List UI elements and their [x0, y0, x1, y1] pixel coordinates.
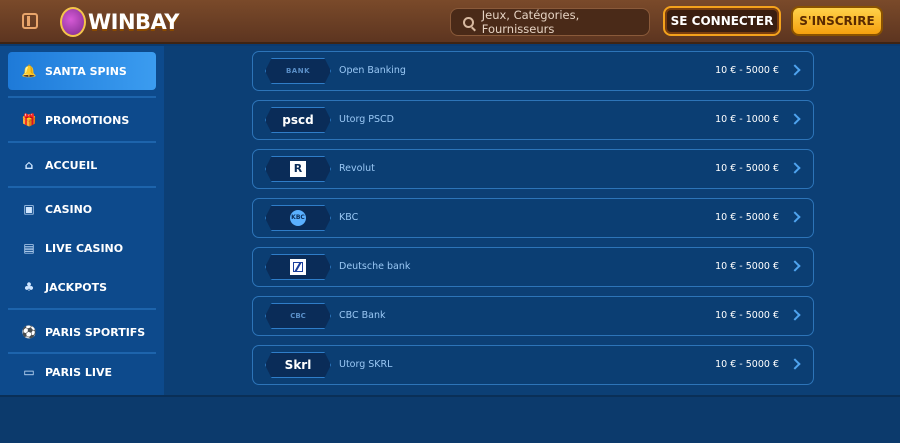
logo-text: WINBAY: [88, 10, 180, 34]
login-button[interactable]: SE CONNECTER: [663, 6, 781, 36]
page-footer-band: [0, 395, 900, 443]
pscd-logo-icon: pscd: [265, 107, 331, 133]
sidebar-item-promotions[interactable]: 🎁 PROMOTIONS: [8, 101, 156, 139]
chevron-right-icon: [789, 309, 801, 321]
live-icon: ▭: [23, 365, 35, 379]
payment-name: CBC Bank: [339, 310, 386, 321]
payment-name: Open Banking: [339, 65, 406, 76]
search-placeholder: Jeux, Catégories, Fournisseurs: [481, 8, 580, 36]
chevron-right-icon: [789, 358, 801, 370]
divider: [8, 96, 156, 98]
kbc-logo-icon: KBC: [265, 205, 331, 231]
sidebar-item-paris-sportifs[interactable]: ⚽ PARIS SPORTIFS: [8, 313, 156, 351]
bell-icon: 🔔: [21, 64, 37, 78]
cbc-logo-icon: CBC: [265, 303, 331, 329]
payment-row-cbc-bank[interactable]: CBC CBC Bank 10 € - 5000 €: [252, 296, 814, 336]
search-input[interactable]: Jeux, Catégories, Fournisseurs: [450, 8, 650, 36]
deutsche-bank-logo-icon: [265, 254, 331, 280]
clover-icon: ♣: [23, 280, 35, 294]
sidebar-item-live-casino[interactable]: ▤ LIVE CASINO: [8, 229, 156, 267]
sidebar-item-label: JACKPOTS: [45, 280, 108, 294]
payment-range: 10 € - 1000 €: [715, 114, 779, 125]
sidebar-item-jackpots[interactable]: ♣ JACKPOTS: [8, 268, 156, 306]
chevron-right-icon: [789, 260, 801, 272]
site-logo[interactable]: WINBAY: [60, 4, 180, 40]
gift-icon: 🎁: [21, 113, 37, 127]
chevron-right-icon: [789, 162, 801, 174]
sidebar-item-casino[interactable]: ▣ CASINO: [8, 190, 156, 228]
sidebar-item-label: PARIS LIVE: [45, 365, 113, 379]
sidebar-item-label: CASINO: [45, 202, 93, 216]
payment-range: 10 € - 5000 €: [715, 163, 779, 174]
sidebar-item-label: ACCUEIL: [45, 158, 98, 172]
divider: [8, 308, 156, 310]
chevron-right-icon: [789, 64, 801, 76]
sidebar-item-accueil[interactable]: ⌂ ACCUEIL: [8, 146, 156, 184]
slot-machine-icon: ▣: [23, 202, 35, 216]
chevron-right-icon: [789, 211, 801, 223]
chevron-right-icon: [789, 113, 801, 125]
bank-logo-icon: BANK: [265, 58, 331, 84]
payment-range: 10 € - 5000 €: [715, 212, 779, 223]
revolut-logo-icon: R: [265, 156, 331, 182]
payment-name: KBC: [339, 212, 359, 223]
payment-row-utorg-pscd[interactable]: pscd Utorg PSCD 10 € - 1000 €: [252, 100, 814, 140]
mascot-icon: [60, 7, 86, 37]
divider: [8, 186, 156, 188]
payment-name: Deutsche bank: [339, 261, 411, 272]
signup-button[interactable]: S'INSCRIRE: [791, 6, 883, 36]
sidebar-item-label: PROMOTIONS: [45, 113, 130, 127]
sidebar-item-paris-live[interactable]: ▭ PARIS LIVE: [8, 353, 156, 391]
search-icon: [463, 16, 474, 28]
payment-range: 10 € - 5000 €: [715, 65, 779, 76]
payment-range: 10 € - 5000 €: [715, 310, 779, 321]
payment-row-utorg-skrl[interactable]: Skrl Utorg SKRL 10 € - 5000 €: [252, 345, 814, 385]
payment-methods-list: BANK Open Banking 10 € - 5000 € pscd Uto…: [164, 46, 900, 395]
cards-icon: ▤: [23, 241, 35, 255]
payment-range: 10 € - 5000 €: [715, 359, 779, 370]
sidebar-item-label: PARIS SPORTIFS: [45, 325, 146, 339]
payment-row-deutsche-bank[interactable]: Deutsche bank 10 € - 5000 €: [252, 247, 814, 287]
payment-range: 10 € - 5000 €: [715, 261, 779, 272]
sidebar-item-label: SANTA SPINS: [45, 64, 127, 78]
divider: [8, 141, 156, 143]
payment-row-revolut[interactable]: R Revolut 10 € - 5000 €: [252, 149, 814, 189]
home-icon: ⌂: [24, 158, 34, 172]
payment-name: Utorg SKRL: [339, 359, 393, 370]
sidebar: 🔔 SANTA SPINS 🎁 PROMOTIONS ⌂ ACCUEIL ▣ C…: [0, 46, 164, 395]
skrl-logo-icon: Skrl: [265, 352, 331, 378]
sidebar-item-label: LIVE CASINO: [45, 241, 124, 255]
top-header: WINBAY Jeux, Catégories, Fournisseurs SE…: [0, 0, 900, 44]
sidebar-toggle-icon[interactable]: [22, 13, 38, 29]
payment-name: Utorg PSCD: [339, 114, 394, 125]
payment-row-kbc[interactable]: KBC KBC 10 € - 5000 €: [252, 198, 814, 238]
payment-name: Revolut: [339, 163, 375, 174]
ball-icon: ⚽: [21, 325, 37, 339]
sidebar-item-santa-spins[interactable]: 🔔 SANTA SPINS: [8, 52, 156, 90]
payment-row-open-banking[interactable]: BANK Open Banking 10 € - 5000 €: [252, 51, 814, 91]
